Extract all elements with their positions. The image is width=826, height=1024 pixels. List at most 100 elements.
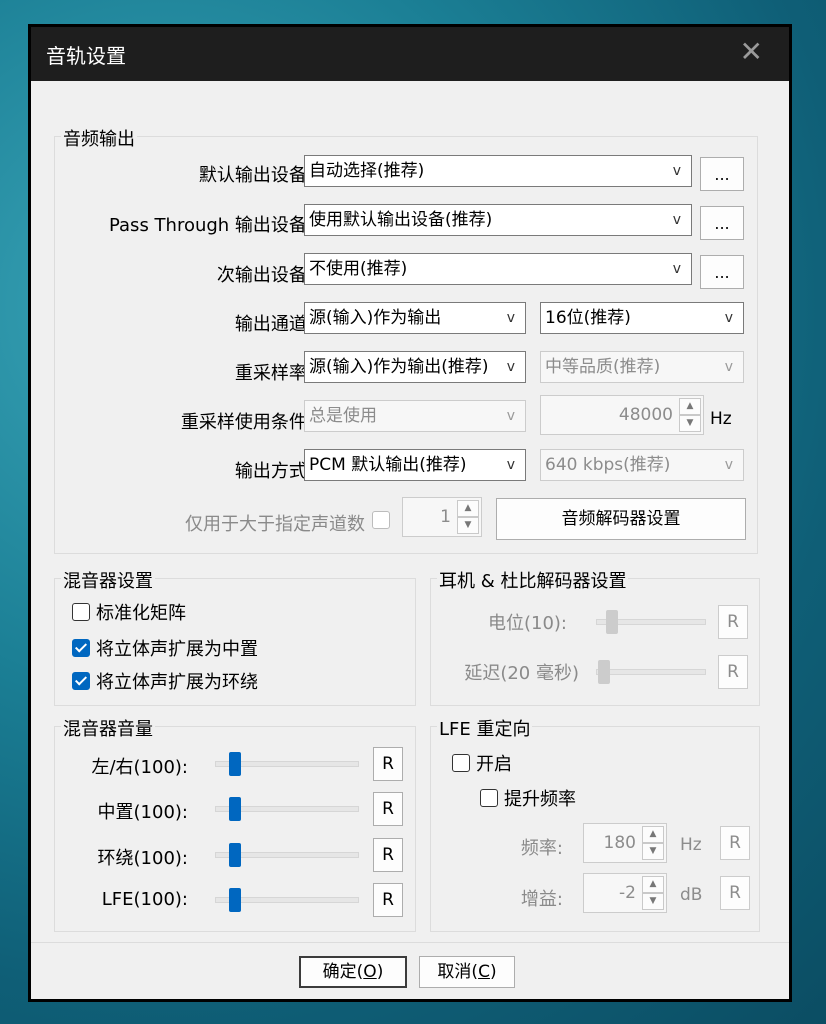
secondary-device-browse-button[interactable]: ...: [700, 255, 744, 289]
lfe-gain-value: -2: [619, 883, 636, 903]
normalize-matrix-checkbox[interactable]: [72, 603, 90, 621]
lfe-redirect-title: LFE 重定向: [437, 715, 533, 741]
stereo-to-surround-label: 将立体声扩展为环绕: [96, 672, 258, 693]
stereo-to-center-checkbox[interactable]: [72, 639, 90, 657]
sample-rate-unit: Hz: [710, 409, 732, 429]
raise-frequency-checkbox[interactable]: [480, 789, 498, 807]
chevron-down-icon: v: [672, 163, 681, 179]
close-icon[interactable]: ✕: [740, 35, 763, 68]
chevron-down-icon: v: [506, 408, 515, 424]
volume-slider-center[interactable]: [229, 797, 241, 821]
chevron-down-icon: v: [506, 310, 515, 326]
secondary-device-value: 不使用(推荐): [309, 259, 408, 279]
channel-count-spinner[interactable]: 1 ▲ ▼: [402, 497, 482, 537]
spin-down-icon[interactable]: ▼: [642, 843, 664, 860]
cancel-close-paren: ): [489, 962, 497, 982]
output-channel-select[interactable]: 源(输入)作为输出 v: [304, 302, 526, 334]
resample-rate-select[interactable]: 源(输入)作为输出(推荐) v: [304, 351, 526, 383]
channel-count-value: 1: [440, 507, 451, 527]
chevron-down-icon: v: [672, 212, 681, 228]
pass-through-value: 使用默认输出设备(推荐): [309, 210, 493, 230]
stereo-to-surround-checkbox[interactable]: [72, 672, 90, 690]
spin-down-icon[interactable]: ▼: [457, 517, 479, 534]
headphone-delay-slider[interactable]: [598, 660, 610, 684]
bitrate-select[interactable]: 640 kbps(推荐) v: [540, 449, 744, 481]
volume-label-lfe: LFE(100):: [101, 889, 188, 910]
cancel-button[interactable]: 取消(C): [419, 956, 515, 988]
volume-slider-surround[interactable]: [229, 843, 241, 867]
spin-down-icon[interactable]: ▼: [642, 893, 664, 910]
resample-condition-value: 总是使用: [309, 406, 377, 426]
default-device-browse-button[interactable]: ...: [700, 157, 744, 191]
volume-reset-left-right[interactable]: R: [373, 747, 403, 781]
bit-depth-select[interactable]: 16位(推荐) v: [540, 302, 744, 334]
volume-label-center: 中置(100):: [97, 802, 188, 823]
output-mode-select[interactable]: PCM 默认输出(推荐) v: [304, 449, 526, 481]
lfe-frequency-spinner[interactable]: 180 ▲ ▼: [583, 823, 667, 863]
dialog-client: 音频输出 默认输出设备: 自动选择(推荐) v ... Pass Through…: [31, 81, 789, 999]
volume-reset-lfe[interactable]: R: [373, 883, 403, 917]
pass-through-select[interactable]: 使用默认输出设备(推荐) v: [304, 204, 692, 236]
dialog-footer: 确定(O) 取消(C): [31, 942, 789, 999]
bitrate-value: 640 kbps(推荐): [545, 455, 671, 475]
headphone-level-reset-button[interactable]: R: [718, 605, 748, 639]
volume-label-left-right: 左/右(100):: [91, 757, 188, 778]
pass-through-label: Pass Through 输出设备:: [108, 215, 313, 236]
spin-up-icon[interactable]: ▲: [679, 398, 701, 415]
bit-depth-value: 16位(推荐): [545, 308, 631, 328]
default-device-value: 自动选择(推荐): [309, 161, 425, 181]
headphone-delay-label: 延迟(20 毫秒): [464, 663, 579, 684]
pass-through-browse-button[interactable]: ...: [700, 206, 744, 240]
chevron-down-icon: v: [724, 359, 733, 375]
stereo-to-center-label: 将立体声扩展为中置: [96, 639, 258, 660]
sample-rate-spinner[interactable]: 48000 ▲ ▼: [540, 395, 704, 435]
resample-condition-select[interactable]: 总是使用 v: [304, 400, 526, 432]
lfe-gain-unit: dB: [680, 885, 703, 905]
secondary-device-select[interactable]: 不使用(推荐) v: [304, 253, 692, 285]
headphone-level-label: 电位(10):: [487, 613, 567, 634]
resample-quality-select[interactable]: 中等品质(推荐) v: [540, 351, 744, 383]
spin-up-icon[interactable]: ▲: [642, 826, 664, 843]
channel-count-checkbox[interactable]: [372, 511, 390, 529]
mixer-volume-group: 混音器音量 左/右(100): R 中置(100): R 环绕(100): R …: [54, 715, 416, 932]
window-title: 音轨设置: [46, 44, 126, 68]
spinner-buttons[interactable]: ▲ ▼: [642, 876, 664, 910]
spin-up-icon[interactable]: ▲: [642, 876, 664, 893]
ok-button[interactable]: 确定(O): [299, 956, 407, 988]
lfe-gain-spinner[interactable]: -2 ▲ ▼: [583, 873, 667, 913]
spinner-buttons[interactable]: ▲ ▼: [457, 500, 479, 534]
lfe-enable-checkbox[interactable]: [452, 754, 470, 772]
headphone-delay-track[interactable]: [596, 669, 706, 675]
default-device-label: 默认输出设备:: [198, 165, 313, 186]
secondary-device-label: 次输出设备:: [216, 265, 313, 286]
resample-rate-label: 重采样率:: [234, 363, 313, 384]
mixer-settings-title: 混音器设置: [61, 567, 155, 593]
channel-count-label: 仅用于大于指定声道数: [185, 514, 365, 535]
output-channel-label: 输出通道:: [234, 314, 313, 335]
sample-rate-value: 48000: [618, 405, 673, 425]
headphone-delay-reset-button[interactable]: R: [718, 655, 748, 689]
headphone-dolby-title: 耳机 & 杜比解码器设置: [437, 567, 629, 593]
resample-condition-label: 重采样使用条件:: [180, 412, 313, 433]
chevron-down-icon: v: [724, 310, 733, 326]
spin-down-icon[interactable]: ▼: [679, 415, 701, 432]
spinner-buttons[interactable]: ▲ ▼: [642, 826, 664, 860]
headphone-level-slider[interactable]: [606, 610, 618, 634]
raise-frequency-label: 提升频率: [504, 789, 576, 810]
spin-up-icon[interactable]: ▲: [457, 500, 479, 517]
volume-reset-center[interactable]: R: [373, 792, 403, 826]
volume-slider-lfe[interactable]: [229, 888, 241, 912]
lfe-frequency-reset-button[interactable]: R: [720, 826, 750, 860]
mixer-settings-group: 混音器设置 标准化矩阵 将立体声扩展为中置 将立体声扩展为环绕: [54, 567, 416, 706]
audio-decoder-settings-button[interactable]: 音频解码器设置: [496, 498, 746, 540]
lfe-gain-label: 增益:: [520, 889, 563, 910]
volume-slider-left-right[interactable]: [229, 752, 241, 776]
volume-reset-surround[interactable]: R: [373, 838, 403, 872]
default-device-select[interactable]: 自动选择(推荐) v: [304, 155, 692, 187]
lfe-gain-reset-button[interactable]: R: [720, 876, 750, 910]
audio-output-group: 音频输出 默认输出设备: 自动选择(推荐) v ... Pass Through…: [54, 125, 758, 554]
audio-output-title: 音频输出: [61, 125, 137, 151]
spinner-buttons[interactable]: ▲ ▼: [679, 398, 701, 432]
chevron-down-icon: v: [672, 261, 681, 277]
lfe-frequency-value: 180: [603, 833, 636, 853]
